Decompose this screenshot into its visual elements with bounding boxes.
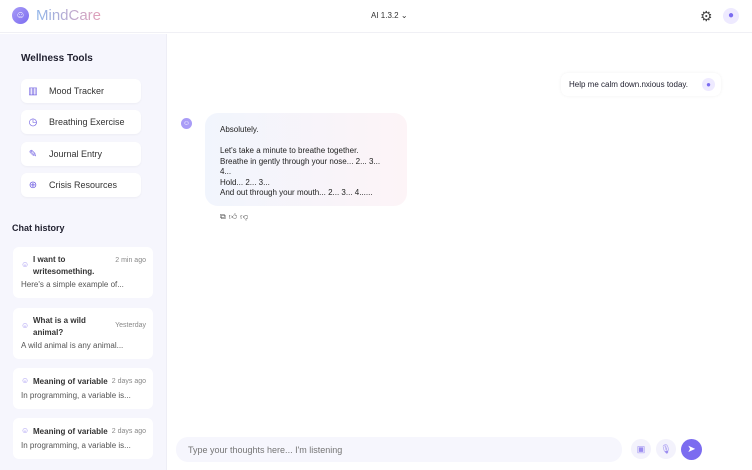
history-time: 2 min ago: [115, 257, 146, 264]
message-input[interactable]: [176, 437, 622, 462]
logo-smiley-icon: ☺: [12, 7, 29, 24]
user-message: Help me calm down.nxious today. ●: [561, 73, 721, 96]
history-preview: Here's a simple example of...: [21, 280, 124, 289]
app-name: MindCare: [36, 7, 102, 24]
history-time: 2 days ago: [111, 378, 146, 385]
user-message-text: Help me calm down.nxious today.: [569, 80, 689, 89]
history-time: Yesterday: [115, 322, 146, 329]
history-title: What is a wild animal?: [33, 316, 86, 337]
lifebuoy-icon: ⊕: [28, 179, 38, 191]
bar-chart-icon: ▥: [28, 85, 38, 97]
tool-label: Journal Entry: [49, 149, 103, 159]
chat-icon: ☺: [21, 260, 30, 269]
chevron-down-icon: ⌄: [400, 11, 408, 20]
history-time: 2 days ago: [111, 428, 146, 435]
tool-label: Crisis Resources: [49, 180, 118, 190]
history-preview: In programming, a variable is...: [21, 441, 131, 450]
message-actions: ⧉ 👍︎ 👎︎: [220, 212, 248, 222]
tool-crisis-resources[interactable]: ⊕ Crisis Resources: [21, 173, 141, 197]
edit-icon: ✎: [28, 148, 38, 160]
header: ☺ MindCare AI 1.3.2 ⌄ ⚙ ●: [0, 0, 752, 33]
history-item[interactable]: ☺ I want to writesomething. 2 min ago He…: [13, 247, 153, 298]
history-title: I want to writesomething.: [33, 255, 95, 276]
chat-icon: ☺: [21, 426, 30, 435]
user-avatar-icon[interactable]: ●: [723, 8, 739, 24]
bot-message: Absolutely. Let's take a minute to breat…: [205, 113, 407, 206]
history-preview: In programming, a variable is...: [21, 391, 131, 400]
history-item[interactable]: ☺ Meaning of variable 2 days ago In prog…: [13, 368, 153, 409]
chat-icon: ☺: [21, 376, 30, 385]
bot-avatar-icon: ☺: [181, 118, 192, 129]
tool-label: Breathing Exercise: [49, 117, 125, 127]
history-item[interactable]: ☺ What is a wild animal? Yesterday A wil…: [13, 308, 153, 359]
wellness-tools-title: Wellness Tools: [21, 53, 93, 64]
image-upload-icon[interactable]: ▣: [631, 439, 651, 459]
tool-mood-tracker[interactable]: ▥ Mood Tracker: [21, 79, 141, 103]
clock-icon: ◷: [28, 116, 38, 128]
send-icon: ➤: [687, 444, 696, 455]
thumbs-up-icon[interactable]: 👍︎: [229, 212, 237, 222]
chat-history-title: Chat history: [12, 223, 65, 233]
send-button[interactable]: ➤: [681, 439, 702, 460]
tool-journal-entry[interactable]: ✎ Journal Entry: [21, 142, 141, 166]
copy-icon[interactable]: ⧉: [220, 212, 226, 222]
model-selector[interactable]: AI 1.3.2 ⌄: [371, 11, 408, 20]
tool-label: Mood Tracker: [49, 86, 105, 96]
model-label: AI 1.3.2: [371, 11, 399, 20]
microphone-icon[interactable]: 🎙︎: [656, 439, 676, 459]
history-preview: A wild animal is any animal...: [21, 341, 124, 350]
history-item[interactable]: ☺ Meaning of variable 2 days ago In prog…: [13, 418, 153, 459]
chat-icon: ☺: [21, 321, 30, 330]
user-avatar-icon: ●: [702, 78, 715, 91]
gear-icon[interactable]: ⚙: [700, 8, 713, 24]
tool-breathing-exercise[interactable]: ◷ Breathing Exercise: [21, 110, 141, 134]
thumbs-down-icon[interactable]: 👎︎: [240, 212, 248, 222]
